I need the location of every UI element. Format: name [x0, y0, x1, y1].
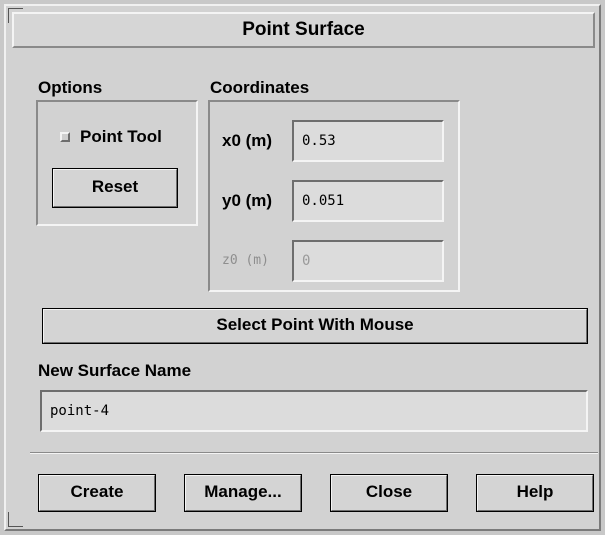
z0-label: z0 (m) — [222, 253, 269, 268]
window-corner-bottom-left[interactable] — [8, 512, 23, 527]
close-button-label: Close — [365, 482, 413, 501]
point-surface-dialog: Point Surface Options Point Tool Reset C… — [4, 4, 601, 531]
new-surface-name-label: New Surface Name — [38, 361, 192, 380]
x0-input[interactable]: 0.53 — [292, 120, 444, 162]
dialog-title: Point Surface — [242, 19, 365, 40]
new-surface-name-input[interactable]: point-4 — [40, 390, 588, 432]
select-point-with-mouse-label: Select Point With Mouse — [216, 315, 414, 334]
manage-button-label: Manage... — [204, 482, 282, 501]
point-tool-toggle[interactable]: Point Tool — [56, 126, 186, 148]
close-button[interactable]: Close — [330, 474, 448, 512]
options-heading: Options — [38, 78, 103, 97]
dialog-title-bar[interactable]: Point Surface — [12, 12, 595, 48]
y0-input[interactable]: 0.051 — [292, 180, 444, 222]
create-button[interactable]: Create — [38, 474, 156, 512]
create-button-label: Create — [70, 482, 124, 501]
reset-button-label: Reset — [91, 177, 139, 196]
point-tool-label: Point Tool — [80, 127, 162, 146]
coordinates-heading: Coordinates — [210, 78, 310, 97]
point-tool-checkbox[interactable] — [60, 132, 70, 142]
bottom-separator — [30, 452, 598, 454]
manage-button[interactable]: Manage... — [184, 474, 302, 512]
y0-label: y0 (m) — [222, 191, 273, 210]
z0-input: 0 — [292, 240, 444, 282]
x0-label: x0 (m) — [222, 131, 273, 150]
coordinates-frame: x0 (m) 0.53 y0 (m) 0.051 z0 (m) 0 — [208, 100, 460, 292]
help-button[interactable]: Help — [476, 474, 594, 512]
options-frame: Point Tool Reset — [36, 100, 198, 226]
select-point-with-mouse-button[interactable]: Select Point With Mouse — [42, 308, 588, 344]
help-button-label: Help — [516, 482, 554, 501]
reset-button[interactable]: Reset — [52, 168, 178, 208]
